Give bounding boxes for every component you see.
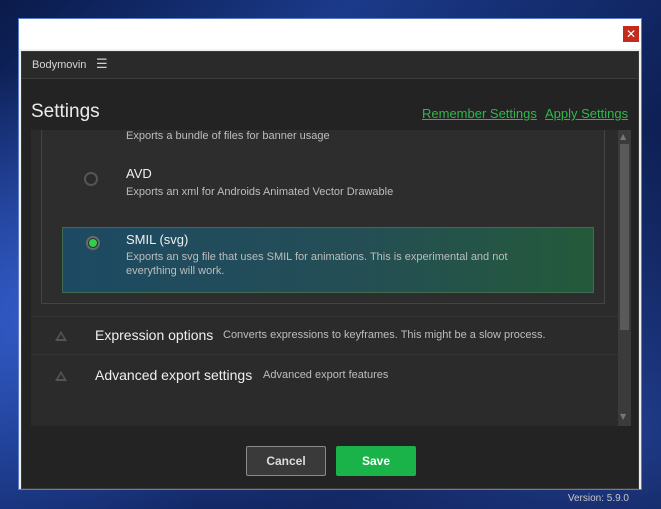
app-window: ✕ Bodymovin ☰ Settings Remember Settings… (18, 18, 642, 504)
expand-triangle-icon[interactable] (55, 331, 67, 341)
avd-radio[interactable] (84, 172, 98, 186)
settings-scroll-area: Exports a bundle of files for banner usa… (31, 130, 631, 426)
format-option-smil[interactable]: SMIL (svg) Exports an svg file that uses… (62, 227, 594, 293)
window-titlebar: ✕ (19, 19, 641, 49)
format-option-avd[interactable]: AVD Exports an xml for Androids Animated… (62, 164, 594, 214)
page-title: Settings (31, 101, 100, 122)
advanced-export-title: Advanced export settings (95, 367, 253, 383)
panel-topbar: Bodymovin ☰ (22, 52, 638, 79)
section-divider (31, 354, 631, 355)
bodymovin-panel: Bodymovin ☰ Settings Remember Settings A… (21, 51, 639, 504)
version-label: Version: 5.9.0 (567, 493, 629, 504)
scroll-up-arrow-icon[interactable]: ▲ (620, 132, 626, 141)
export-formats-box: Exports a bundle of files for banner usa… (41, 130, 605, 304)
avd-description: Exports an xml for Androids Animated Vec… (126, 186, 394, 198)
advanced-export-description: Advanced export features (263, 369, 389, 381)
banner-description: Exports a bundle of files for banner usa… (126, 130, 330, 142)
expression-options-title: Expression options (95, 327, 214, 343)
smil-description-line2: everything will work. (126, 265, 225, 277)
scroll-down-arrow-icon[interactable]: ▼ (620, 412, 626, 421)
smil-description-line1: Exports an svg file that uses SMIL for a… (126, 251, 508, 263)
save-button[interactable]: Save (336, 446, 416, 476)
scrollbar-thumb[interactable] (620, 144, 629, 330)
remember-settings-link[interactable]: Remember Settings (422, 106, 537, 121)
cancel-button[interactable]: Cancel (246, 446, 326, 476)
close-icon[interactable]: ✕ (623, 26, 639, 42)
vertical-scrollbar[interactable]: ▲ ▼ (618, 130, 631, 426)
apply-settings-link[interactable]: Apply Settings (545, 106, 628, 121)
section-divider (31, 316, 631, 317)
app-name: Bodymovin (32, 59, 87, 71)
smil-radio-selected[interactable] (86, 236, 100, 250)
avd-label: AVD (126, 166, 152, 181)
smil-label: SMIL (svg) (126, 232, 189, 247)
hamburger-menu-icon[interactable]: ☰ (96, 57, 108, 72)
expression-options-description: Converts expressions to keyframes. This … (223, 329, 546, 341)
expand-triangle-icon[interactable] (55, 371, 67, 381)
